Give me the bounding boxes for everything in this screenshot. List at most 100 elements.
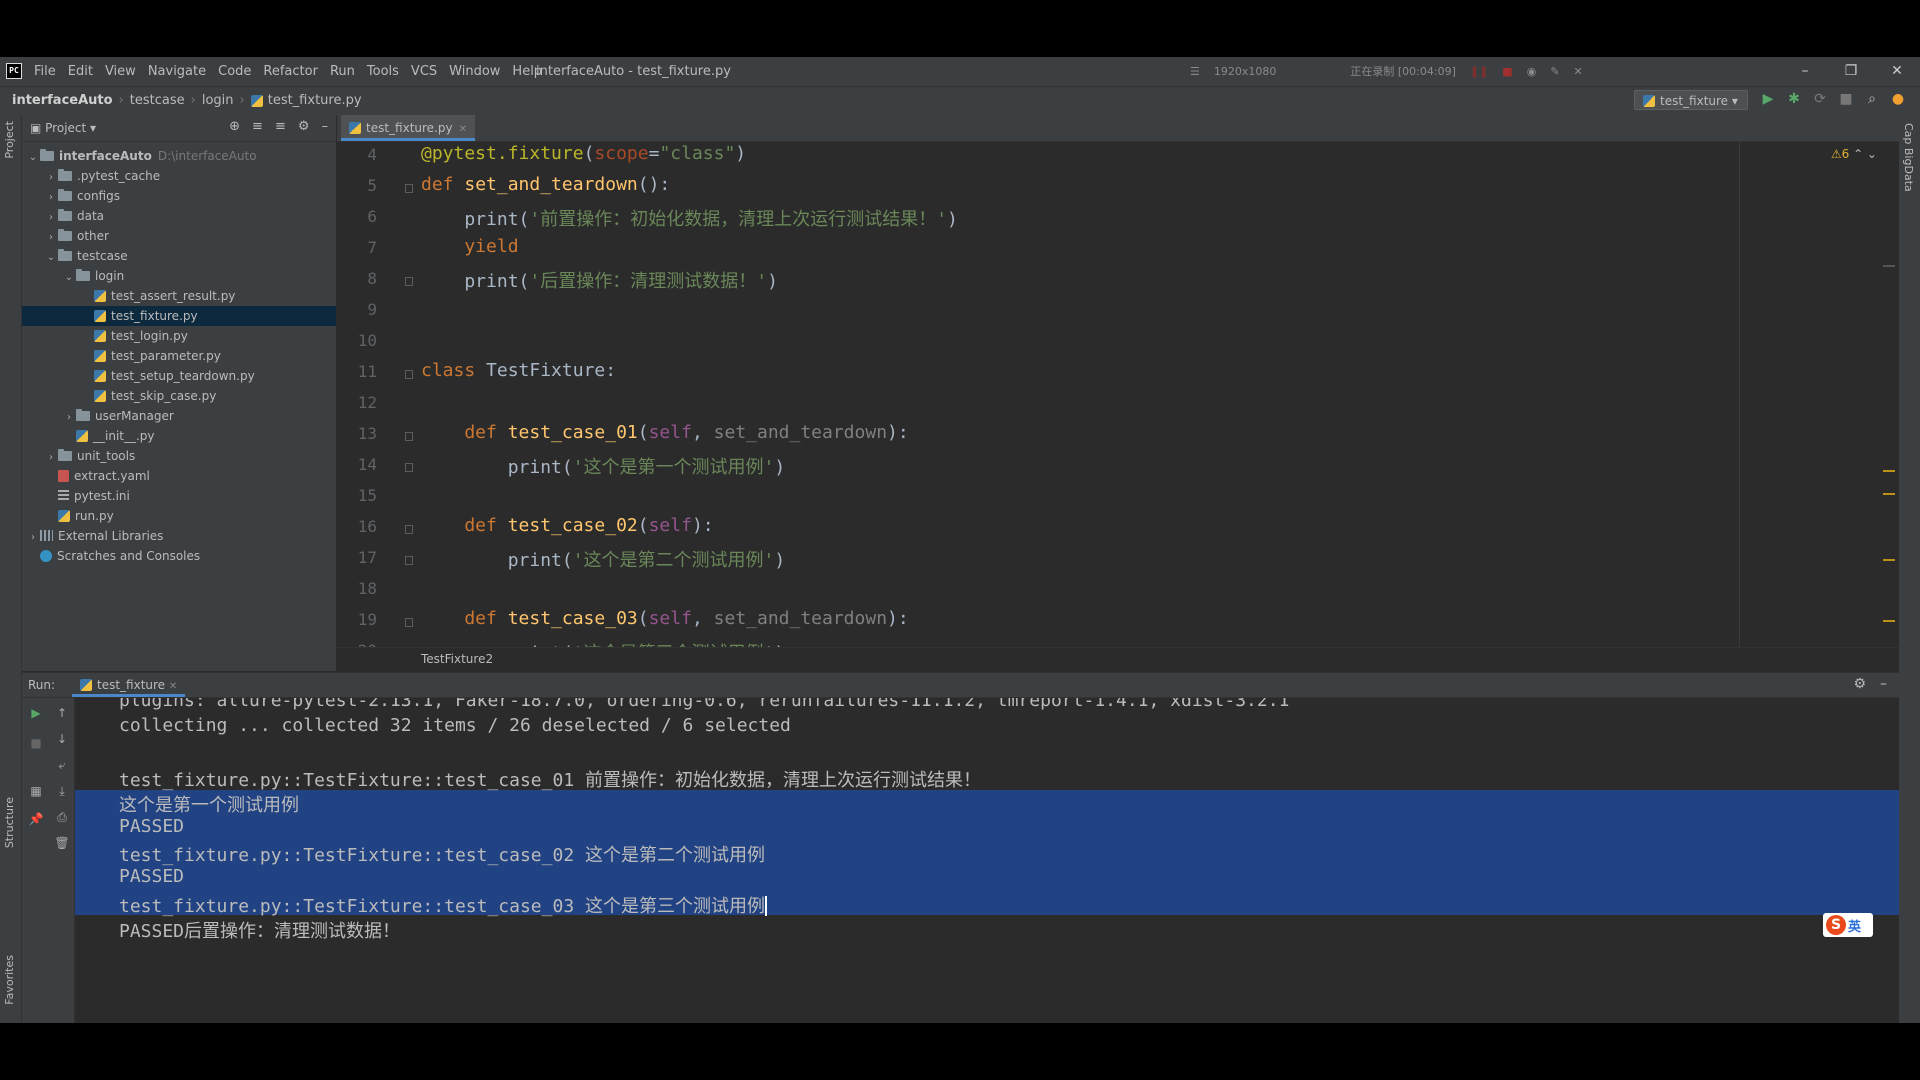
breadcrumb-project[interactable]: interfaceAuto [12,93,113,108]
menu-view[interactable]: View [105,64,136,79]
tree-item[interactable]: › userManager [22,406,336,426]
tree-item[interactable]: ⌄ testcase [22,246,336,266]
fold-marker-icon[interactable] [405,463,413,472]
tree-item[interactable]: extract.yaml [22,466,336,486]
chevron-right-icon[interactable]: › [62,408,76,428]
update-icon[interactable]: ● [1890,91,1906,107]
breadcrumb-testcase[interactable]: testcase [130,93,185,108]
tree-item[interactable]: test_fixture.py [22,306,336,326]
camera-icon[interactable]: ◉ [1527,65,1537,78]
menu-vcs[interactable]: VCS [411,64,437,79]
breadcrumb-file[interactable]: test_fixture.py [268,93,362,108]
coverage-icon[interactable]: ⟳ [1812,91,1828,107]
menu-lines-icon[interactable]: ☰ [1190,65,1200,78]
warning-marker[interactable] [1883,559,1895,561]
tree-item[interactable]: › data [22,206,336,226]
stop-icon[interactable]: ■ [1838,91,1854,107]
chevron-down-icon[interactable]: ⌄ [44,248,58,268]
warnings-indicator[interactable]: ⚠6 ⌃ ⌄ [1831,147,1877,161]
up-arrow-icon[interactable]: ↑ [54,706,70,720]
chevron-down-icon[interactable]: ⌄ [26,148,40,168]
close-tab-icon[interactable]: ✕ [169,681,177,692]
fold-marker-icon[interactable] [405,525,413,534]
pause-icon[interactable]: ❚❚ [1470,65,1488,78]
search-icon[interactable]: ⌕ [1864,91,1880,107]
fold-marker-icon[interactable] [405,370,413,379]
debug-icon[interactable]: ✱ [1786,91,1802,107]
print-icon[interactable]: ⎙ [54,810,70,825]
menu-tools[interactable]: Tools [367,64,399,79]
favorites-tool-tab[interactable]: Favorites [3,955,16,1005]
tab-test-fixture[interactable]: test_fixture.py ✕ [341,115,475,141]
console-output[interactable]: plugins: allure-pytest-2.13.1, Faker-18.… [75,698,1899,1023]
expand-all-icon[interactable]: ≡ [252,119,263,134]
chevron-right-icon[interactable]: › [44,168,58,188]
tree-item[interactable]: __init__.py [22,426,336,446]
menu-code[interactable]: Code [218,64,251,79]
chevron-right-icon[interactable]: › [44,228,58,248]
tree-item[interactable]: Scratches and Consoles [22,546,336,566]
pin-icon[interactable]: 📌 [28,812,44,826]
menu-file[interactable]: File [34,64,56,79]
tree-item[interactable]: › External Libraries [22,526,336,546]
tree-item[interactable]: test_assert_result.py [22,286,336,306]
tree-item[interactable]: › configs [22,186,336,206]
rerun-icon[interactable]: ▶ [28,706,44,720]
pen-icon[interactable]: ✎ [1550,65,1559,78]
menu-run[interactable]: Run [330,64,355,79]
bigdata-tool-tab[interactable]: Cap BigData [1902,123,1915,192]
close-tab-icon[interactable]: ✕ [459,124,467,135]
chevron-right-icon[interactable]: › [26,528,40,548]
close-record-icon[interactable]: ✕ [1574,65,1583,78]
project-tool-tab[interactable]: Project [3,121,16,159]
warning-marker[interactable] [1883,493,1895,495]
menu-refactor[interactable]: Refactor [263,64,318,79]
tree-item[interactable]: run.py [22,506,336,526]
stop-icon[interactable]: ■ [28,736,44,750]
chevron-right-icon[interactable]: › [44,448,58,468]
stop-record-icon[interactable]: ■ [1502,65,1512,78]
tree-item[interactable]: pytest.ini [22,486,336,506]
structure-tool-tab[interactable]: Structure [3,797,16,848]
tree-item[interactable]: test_skip_case.py [22,386,336,406]
tree-item[interactable]: test_setup_teardown.py [22,366,336,386]
fold-marker-icon[interactable] [405,618,413,627]
warning-marker[interactable] [1883,620,1895,622]
hide-icon[interactable]: – [1880,676,1887,692]
fold-marker-icon[interactable] [405,184,413,193]
scroll-end-icon[interactable]: ⤓ [54,784,70,799]
tree-item[interactable]: ⌄ login [22,266,336,286]
down-arrow-icon[interactable]: ↓ [54,732,70,746]
fold-marker-icon[interactable] [405,432,413,441]
restore-icon[interactable]: ❐ [1828,57,1874,86]
tree-item[interactable]: › other [22,226,336,246]
close-icon[interactable]: ✕ [1874,57,1920,86]
breadcrumb-login[interactable]: login [202,93,234,108]
collapse-all-icon[interactable]: ≡ [275,119,286,134]
tree-item[interactable]: › unit_tools [22,446,336,466]
fold-marker-icon[interactable] [405,556,413,565]
class-breadcrumb[interactable]: TestFixture2 [421,652,493,666]
project-view-select[interactable]: ▣ Project ▾ [30,121,96,135]
warning-marker[interactable] [1883,470,1895,472]
tree-item[interactable]: ⌄ interfaceAuto D:\interfaceAuto [22,146,336,166]
tree-item[interactable]: test_parameter.py [22,346,336,366]
hide-icon[interactable]: – [322,119,329,134]
fold-marker-icon[interactable] [405,277,413,286]
tree-item[interactable]: test_login.py [22,326,336,346]
run-tab[interactable]: test_fixture ✕ [72,673,186,697]
locate-icon[interactable]: ⊕ [229,119,240,134]
run-icon[interactable]: ▶ [1760,91,1776,107]
menu-navigate[interactable]: Navigate [148,64,206,79]
code-area[interactable]: @pytest.fixture(scope="class") def set_an… [419,142,1819,647]
menu-window[interactable]: Window [449,64,500,79]
menu-edit[interactable]: Edit [68,64,93,79]
chevron-right-icon[interactable]: › [44,188,58,208]
run-configuration-select[interactable]: test_fixture ▾ [1634,90,1748,110]
chevron-right-icon[interactable]: › [44,208,58,228]
minimize-icon[interactable]: – [1782,57,1828,86]
soft-wrap-icon[interactable]: ⤶ [54,758,70,773]
trash-icon[interactable]: 🗑 [54,836,70,850]
layout-icon[interactable]: ▦ [28,784,44,798]
gear-icon[interactable]: ⚙ [1853,676,1866,692]
